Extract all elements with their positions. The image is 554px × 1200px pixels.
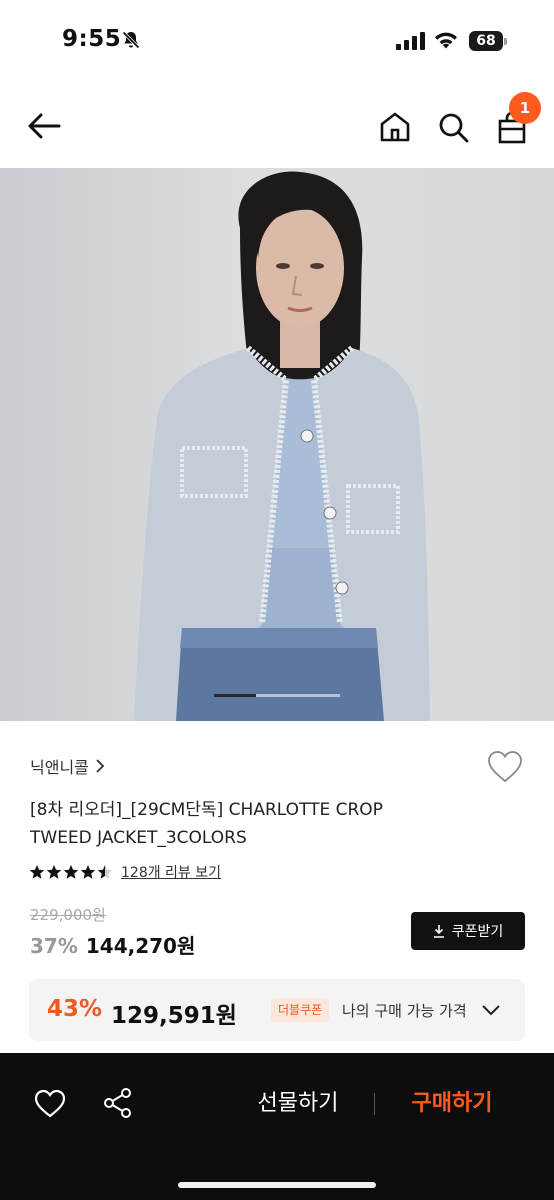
heart-icon[interactable] bbox=[34, 1089, 66, 1119]
original-price: 229,000원 bbox=[30, 906, 106, 924]
divider bbox=[374, 1093, 375, 1115]
star-icon bbox=[97, 865, 113, 879]
carousel-indicator-active bbox=[214, 694, 256, 697]
gift-button[interactable]: 선물하기 bbox=[240, 1087, 356, 1121]
home-indicator bbox=[178, 1182, 376, 1188]
double-coupon-badge: 더블쿠폰 bbox=[271, 998, 330, 1022]
bottom-action-bar: 선물하기 구매하기 bbox=[0, 1053, 554, 1200]
star-rating bbox=[29, 864, 113, 880]
best-price: 129,591원 bbox=[111, 1003, 237, 1029]
bell-slash-icon bbox=[122, 31, 140, 49]
best-discount-rate: 43% bbox=[47, 996, 103, 1022]
product-photo bbox=[134, 171, 430, 721]
cart-count-badge: 1 bbox=[509, 92, 541, 124]
share-icon[interactable] bbox=[103, 1087, 133, 1119]
best-price-label: 나의 구매 가능 가격 bbox=[342, 1002, 467, 1020]
signal-icon bbox=[396, 32, 425, 50]
star-icon bbox=[46, 865, 62, 879]
review-link[interactable]: 128개 리뷰 보기 bbox=[121, 862, 221, 882]
status-time: 9:55 bbox=[62, 26, 122, 52]
wifi-icon bbox=[435, 32, 457, 49]
star-icon bbox=[80, 865, 96, 879]
battery-level: 68 bbox=[476, 33, 496, 49]
rating-row: 128개 리뷰 보기 bbox=[29, 862, 221, 882]
top-nav-bar: 1 bbox=[0, 84, 554, 168]
get-coupon-button[interactable]: 쿠폰받기 bbox=[411, 912, 525, 950]
product-image-carousel[interactable] bbox=[0, 168, 554, 721]
search-icon[interactable] bbox=[436, 110, 470, 144]
get-coupon-label: 쿠폰받기 bbox=[451, 924, 504, 940]
best-price-box[interactable]: 43% 129,591원 더블쿠폰 나의 구매 가능 가격 bbox=[29, 979, 525, 1041]
discount-rate: 37% bbox=[30, 934, 78, 958]
star-icon bbox=[29, 865, 45, 879]
chevron-down-icon[interactable] bbox=[481, 1003, 501, 1017]
back-arrow-icon[interactable] bbox=[26, 110, 62, 142]
star-icon bbox=[63, 865, 79, 879]
product-name: [8차 리오더]_[29CM단독] CHARLOTTE CROP TWEED J… bbox=[30, 800, 383, 848]
sale-price: 144,270원 bbox=[85, 934, 196, 958]
brand-link[interactable]: 닉앤니콜 bbox=[30, 754, 105, 778]
sale-price-row: 37% 144,270원 bbox=[30, 930, 195, 959]
chevron-right-icon bbox=[96, 759, 105, 773]
heart-icon[interactable] bbox=[487, 750, 523, 784]
buy-button[interactable]: 구매하기 bbox=[394, 1087, 510, 1121]
download-icon bbox=[433, 925, 444, 938]
brand-name: 닉앤니콜 bbox=[30, 758, 89, 777]
status-bar: 9:55 68 bbox=[0, 0, 554, 80]
home-icon[interactable] bbox=[378, 110, 412, 144]
battery-indicator: 68 bbox=[469, 31, 507, 51]
